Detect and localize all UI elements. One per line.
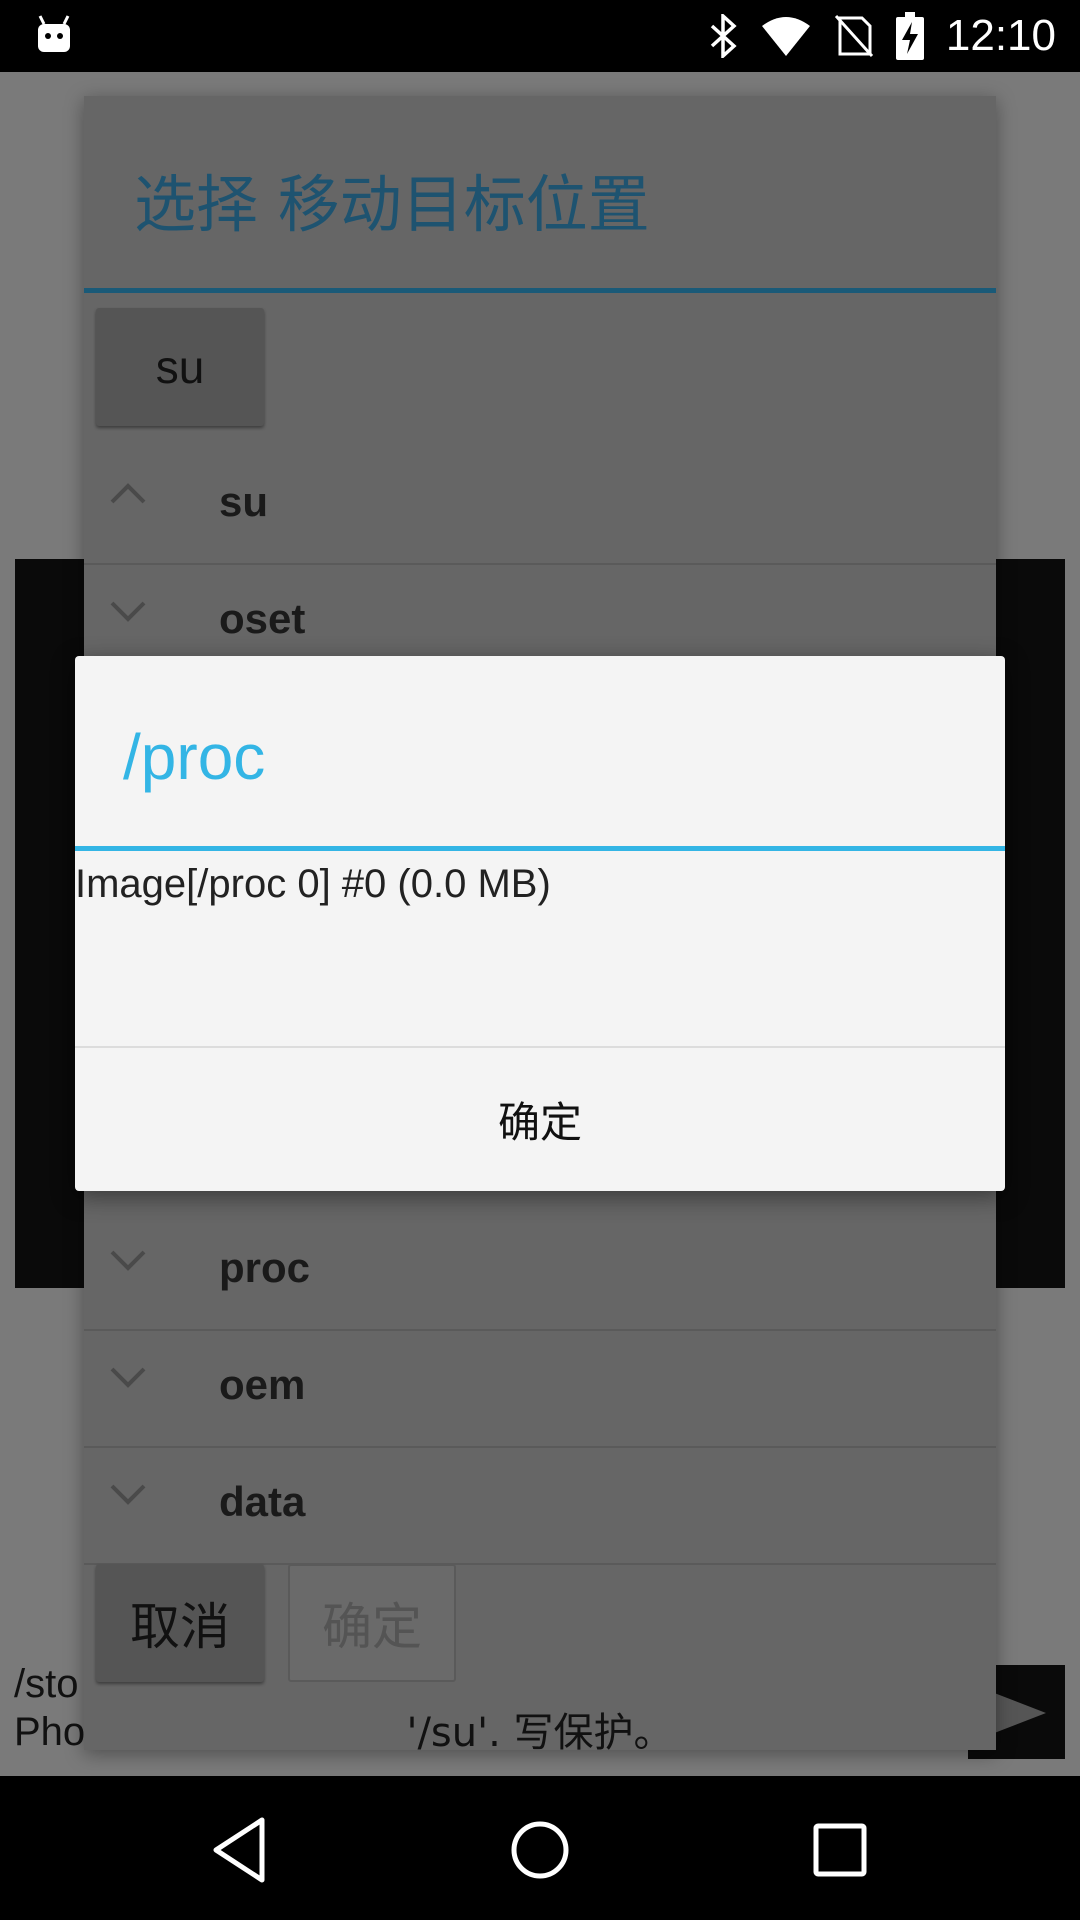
folder-name: su: [219, 478, 269, 525]
info-dialog: /proc Image[/proc 0] #0 (0.0 MB) 确定: [75, 656, 1005, 1191]
folder-row[interactable]: proc: [84, 1214, 996, 1331]
bluetooth-icon: [710, 14, 737, 58]
dialog-ok-button[interactable]: 确定: [75, 1048, 1005, 1191]
android-debug-icon: [38, 15, 70, 52]
status-icons: 12:10: [708, 8, 1056, 64]
picker-status-text: '/su'. 写保护。: [406, 1710, 674, 1756]
cancel-button[interactable]: 取消: [96, 1564, 264, 1682]
folder-row[interactable]: oem: [84, 1331, 996, 1448]
no-sim-icon: [834, 14, 874, 58]
battery-charging-icon: [895, 12, 924, 60]
chevron-down-icon: [110, 1250, 146, 1271]
confirm-button-disabled[interactable]: 确定: [288, 1564, 456, 1682]
folder-name: oset: [219, 595, 306, 642]
folder-name: proc: [219, 1244, 311, 1291]
folder-row[interactable]: data: [84, 1448, 996, 1565]
recents-icon[interactable]: [800, 1810, 880, 1890]
back-icon[interactable]: [200, 1810, 280, 1890]
chevron-down-icon: [110, 601, 146, 622]
wifi-icon: [761, 17, 810, 56]
navigation-bar: [0, 1776, 1080, 1920]
home-icon[interactable]: [500, 1810, 580, 1890]
folder-name: data: [219, 1478, 306, 1525]
folder-name: oem: [219, 1361, 306, 1408]
picker-title: 选择 移动目标位置: [134, 168, 650, 241]
breadcrumb-button[interactable]: su: [96, 308, 264, 426]
dialog-title: /proc: [123, 721, 266, 793]
folder-row[interactable]: su: [84, 448, 996, 565]
chevron-down-icon: [110, 1484, 146, 1505]
chevron-up-icon: [110, 483, 146, 504]
picker-divider: [84, 288, 996, 293]
dialog-divider: [75, 846, 1005, 851]
status-bar: 12:10: [0, 0, 1080, 72]
dialog-message: Image[/proc 0] #0 (0.0 MB): [75, 862, 551, 906]
clock: 12:10: [945, 11, 1056, 60]
chevron-down-icon: [110, 1367, 146, 1388]
